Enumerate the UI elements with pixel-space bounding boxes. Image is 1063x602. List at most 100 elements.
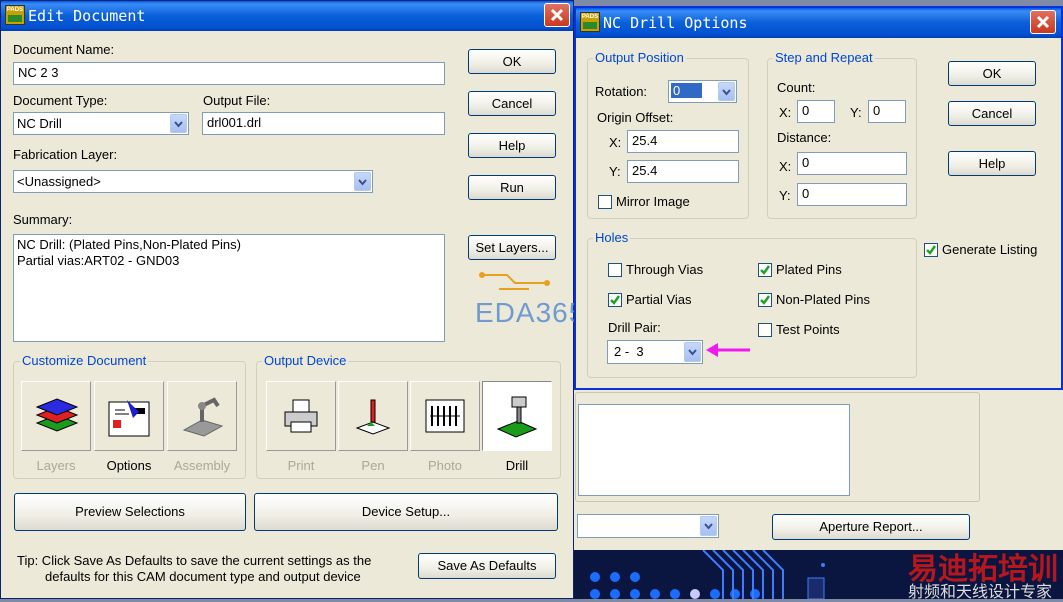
rotation-label: Rotation: xyxy=(595,84,648,99)
options-label: Options xyxy=(106,458,152,473)
assembly-icon xyxy=(182,397,224,437)
photo-tile[interactable] xyxy=(410,381,480,451)
window-title: Edit Document xyxy=(28,7,146,25)
non-plated-pins-checkbox[interactable] xyxy=(758,293,772,307)
distance-y-input[interactable]: 0 xyxy=(797,183,907,206)
rotation-value: 0 xyxy=(671,83,703,98)
close-button[interactable] xyxy=(544,3,570,27)
window-title: NC Drill Options xyxy=(603,14,748,32)
holes-title: Holes xyxy=(593,230,631,245)
count-y-label: Y: xyxy=(850,105,862,120)
document-name-input[interactable]: NC 2 3 xyxy=(13,62,445,85)
drill-label: Drill xyxy=(505,458,529,473)
rotation-select[interactable]: 0 xyxy=(668,80,737,103)
drill-pair-label: Drill Pair: xyxy=(608,320,661,335)
layers-icon xyxy=(35,398,79,432)
partial-vias-checkbox[interactable] xyxy=(608,293,622,307)
close-icon xyxy=(550,8,564,22)
through-vias-checkbox[interactable] xyxy=(608,263,622,277)
document-name-label: Document Name: xyxy=(13,42,115,57)
checkmark-icon xyxy=(760,295,770,305)
plated-pins-label: Plated Pins xyxy=(776,262,842,277)
device-setup-button[interactable]: Device Setup... xyxy=(254,493,558,531)
generate-listing-checkbox[interactable] xyxy=(924,243,938,257)
count-x-label: X: xyxy=(779,105,792,120)
mirror-image-label: Mirror Image xyxy=(616,194,690,209)
chevron-down-icon[interactable] xyxy=(718,82,735,101)
help-button[interactable]: Help xyxy=(948,151,1036,176)
distance-x-label: X: xyxy=(779,159,792,174)
preview-selections-button[interactable]: Preview Selections xyxy=(14,493,246,531)
checkmark-icon xyxy=(610,295,620,305)
print-label: Print xyxy=(287,458,315,473)
origin-y-label: Y: xyxy=(609,164,621,179)
background-combo[interactable] xyxy=(577,514,719,538)
summary-label: Summary: xyxy=(13,212,73,227)
output-file-input[interactable]: drl001.drl xyxy=(202,112,445,135)
eda365-logo-traces xyxy=(479,272,550,290)
edit-document-titlebar[interactable]: PADS Edit Document xyxy=(1,1,573,31)
count-x-input[interactable]: 0 xyxy=(797,100,835,123)
origin-y-input[interactable]: 25.4 xyxy=(627,160,739,183)
tip-text: defaults for this CAM document type and … xyxy=(45,569,361,584)
distance-label: Distance: xyxy=(777,130,832,145)
run-button[interactable]: Run xyxy=(468,175,556,200)
chevron-down-icon[interactable] xyxy=(170,114,187,133)
pen-plotter-icon xyxy=(355,399,391,435)
cancel-button[interactable]: Cancel xyxy=(948,101,1036,126)
background-textbox xyxy=(578,404,850,496)
summary-textbox[interactable]: NC Drill: (Plated Pins,Non-Plated Pins) … xyxy=(13,234,445,342)
pads-app-icon: PADS xyxy=(580,12,600,32)
layers-tile[interactable] xyxy=(21,381,91,451)
cancel-button[interactable]: Cancel xyxy=(468,91,556,116)
origin-x-label: X: xyxy=(609,135,622,150)
document-type-label: Document Type: xyxy=(13,93,108,108)
set-layers-button[interactable]: Set Layers... xyxy=(468,235,556,260)
edit-document-window: PADS Edit Document Document Name: NC 2 3… xyxy=(0,0,584,599)
ok-button[interactable]: OK xyxy=(468,49,556,74)
summary-line: NC Drill: (Plated Pins,Non-Plated Pins) xyxy=(17,237,241,252)
summary-line: Partial vias:ART02 - GND03 xyxy=(17,253,180,268)
watermark-cn-sub: 射频和天线设计专家 xyxy=(908,582,1053,601)
through-vias-label: Through Vias xyxy=(626,262,704,277)
fabrication-layer-select[interactable]: <Unassigned> xyxy=(13,170,373,193)
save-as-defaults-button[interactable]: Save As Defaults xyxy=(418,553,556,579)
origin-offset-label: Origin Offset: xyxy=(597,110,674,125)
document-type-select[interactable]: NC Drill xyxy=(13,112,189,135)
count-y-input[interactable]: 0 xyxy=(868,100,906,123)
origin-x-input[interactable]: 25.4 xyxy=(627,130,739,153)
close-button[interactable] xyxy=(1030,10,1056,34)
help-button[interactable]: Help xyxy=(468,133,556,158)
tip-text: Tip: Click Save As Defaults to save the … xyxy=(17,553,372,568)
close-icon xyxy=(1036,15,1050,29)
drill-pair-value: 2 - 3 xyxy=(614,344,644,359)
nc-drill-options-window: PADS NC Drill Options Output Position Ro… xyxy=(574,6,1063,390)
distance-x-input[interactable]: 0 xyxy=(797,152,907,175)
pen-tile[interactable] xyxy=(338,381,408,451)
assembly-tile[interactable] xyxy=(167,381,237,451)
drill-pair-select[interactable]: 2 - 3 xyxy=(607,340,703,364)
ok-button[interactable]: OK xyxy=(948,61,1036,86)
drill-icon xyxy=(496,396,538,438)
chevron-down-icon[interactable] xyxy=(700,516,717,536)
aperture-report-button[interactable]: Aperture Report... xyxy=(772,514,970,540)
mirror-image-checkbox[interactable] xyxy=(598,195,612,209)
nc-drill-options-titlebar[interactable]: PADS NC Drill Options xyxy=(576,8,1061,38)
checkmark-icon xyxy=(760,265,770,275)
customize-document-title: Customize Document xyxy=(20,353,149,368)
printer-icon xyxy=(284,399,318,433)
chevron-down-icon[interactable] xyxy=(354,172,371,191)
options-icon xyxy=(108,400,150,437)
photo-label: Photo xyxy=(428,458,462,473)
chevron-down-icon[interactable] xyxy=(684,342,701,362)
test-points-checkbox[interactable] xyxy=(758,323,772,337)
output-device-title: Output Device xyxy=(262,353,349,368)
distance-y-label: Y: xyxy=(779,188,791,203)
plated-pins-checkbox[interactable] xyxy=(758,263,772,277)
count-label: Count: xyxy=(777,80,816,95)
drill-tile[interactable] xyxy=(482,381,552,451)
print-tile[interactable] xyxy=(266,381,336,451)
photoplotter-icon xyxy=(425,399,465,433)
options-tile[interactable] xyxy=(94,381,164,451)
output-file-label: Output File: xyxy=(203,93,271,108)
